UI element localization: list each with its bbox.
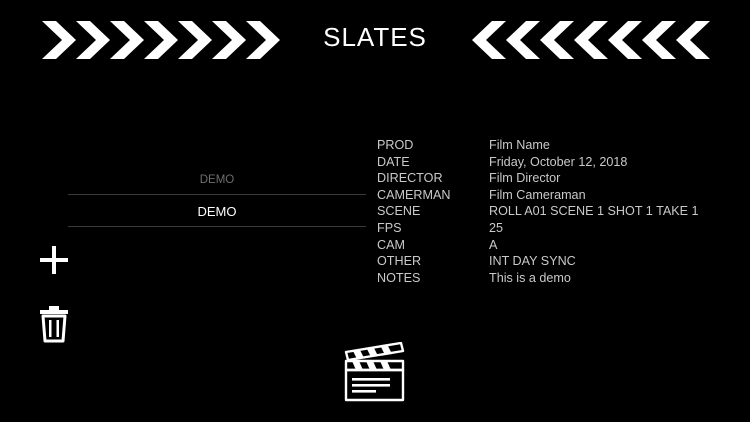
clapperboard-icon	[344, 341, 405, 402]
detail-row-cameraman: CAMERMAN Film Cameraman	[377, 187, 717, 204]
detail-row-cam: CAM A	[377, 237, 717, 254]
detail-row-notes: NOTES This is a demo	[377, 270, 717, 287]
slate-details: PROD Film Name DATE Friday, October 12, …	[377, 137, 717, 286]
detail-row-fps: FPS 25	[377, 220, 717, 237]
picker-item[interactable]: DEMO	[68, 174, 366, 186]
detail-row-other: OTHER INT DAY SYNC	[377, 253, 717, 270]
detail-value: ROLL A01 SCENE 1 SHOT 1 TAKE 1	[489, 204, 699, 219]
detail-label: DATE	[377, 154, 410, 169]
plus-icon	[40, 246, 68, 274]
detail-label: CAMERMAN	[377, 187, 451, 202]
detail-row-scene: SCENE ROLL A01 SCENE 1 SHOT 1 TAKE 1	[377, 203, 717, 220]
add-slate-button[interactable]	[38, 244, 70, 276]
detail-value: This is a demo	[489, 270, 571, 285]
detail-value: A	[489, 237, 498, 252]
detail-label: NOTES	[377, 270, 421, 285]
detail-label: PROD	[377, 138, 414, 152]
detail-value: 25	[489, 220, 504, 235]
trash-icon	[40, 306, 68, 343]
page-title: SLATES	[323, 22, 427, 52]
detail-label: DIRECTOR	[377, 171, 443, 186]
detail-value: Film Cameraman	[489, 187, 586, 202]
detail-label: SCENE	[377, 204, 421, 219]
detail-value: Film Name	[489, 138, 550, 152]
picker-divider	[68, 226, 366, 227]
delete-slate-button[interactable]	[38, 305, 70, 343]
detail-value: Film Director	[489, 171, 561, 186]
detail-row-director: DIRECTOR Film Director	[377, 170, 717, 187]
detail-value: INT DAY SYNC	[489, 254, 576, 269]
detail-row-prod: PROD Film Name	[377, 137, 717, 154]
chevrons-right-icon	[42, 21, 280, 59]
chevrons-left-icon	[472, 21, 710, 59]
picker-item-selected[interactable]: DEMO	[68, 204, 366, 219]
detail-value: Friday, October 12, 2018	[489, 154, 628, 169]
open-slate-button[interactable]	[343, 341, 407, 402]
slate-picker[interactable]: DEMO DEMO	[68, 165, 366, 235]
detail-label: CAM	[377, 237, 405, 252]
detail-label: FPS	[377, 220, 402, 235]
picker-divider	[68, 194, 366, 195]
detail-row-date: DATE Friday, October 12, 2018	[377, 154, 717, 171]
detail-label: OTHER	[377, 254, 422, 269]
